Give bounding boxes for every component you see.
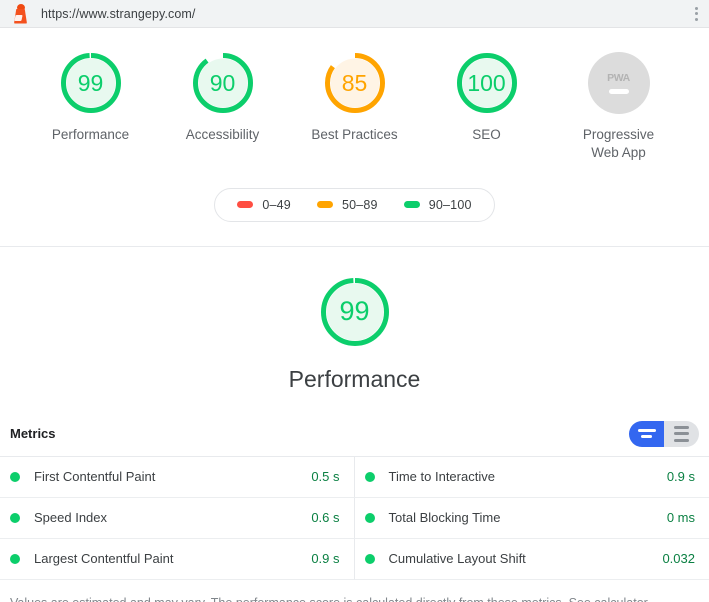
gauge-list: 99 Performance 90 Accessibility 85 Best Pract… bbox=[0, 46, 709, 162]
legend-range-label: 0–49 bbox=[262, 197, 291, 212]
pwa-gauge: PWA bbox=[587, 52, 650, 114]
metrics-disclaimer: Values are estimated and may vary. The p… bbox=[0, 580, 709, 602]
gauge-item-seo[interactable]: 100 SEO bbox=[439, 52, 535, 144]
gauge-label: SEO bbox=[472, 127, 501, 142]
score-value: 90 bbox=[209, 69, 236, 96]
metrics-title: Metrics bbox=[10, 426, 56, 442]
pwa-badge-text: PWA bbox=[607, 72, 630, 84]
category-scores-section: 99 Performance 90 Accessibility 85 Best Pract… bbox=[0, 28, 709, 247]
see-calculator-link[interactable]: See calculator. bbox=[569, 596, 651, 602]
metric-name: Time to Interactive bbox=[388, 469, 495, 485]
metric-value: 0 ms bbox=[666, 510, 695, 526]
kebab-menu-icon[interactable] bbox=[693, 5, 700, 23]
simple-view-toggle[interactable] bbox=[629, 420, 664, 447]
performance-title: Performance bbox=[288, 365, 421, 392]
score-gauge: 85 bbox=[324, 52, 386, 114]
legend-swatch-icon bbox=[403, 201, 420, 209]
disclaimer-text-2: directly from these metrics. bbox=[412, 596, 568, 602]
metric-status-icon bbox=[10, 471, 20, 482]
score-gauge: 99 bbox=[60, 52, 122, 114]
metrics-view-toggle[interactable] bbox=[629, 420, 699, 447]
legend-item: 50–89 bbox=[316, 197, 378, 212]
gauge-label: Performance bbox=[51, 127, 130, 142]
metric-row[interactable]: Largest Contentful Paint 0.9 s bbox=[0, 538, 355, 580]
score-gauge: 90 bbox=[192, 52, 254, 114]
metrics-column-right: Time to Interactive 0.9 s Total Blocking T… bbox=[354, 457, 709, 580]
metrics-column-left: First Contentful Paint 0.5 s Speed Index 0.… bbox=[0, 456, 355, 580]
score-value: 85 bbox=[341, 69, 368, 96]
legend-range-label: 90–100 bbox=[428, 197, 472, 212]
pwa-null-dash bbox=[608, 89, 629, 94]
metric-status-icon bbox=[364, 512, 375, 523]
legend-item: 0–49 bbox=[237, 198, 291, 212]
score-gauge: 100 bbox=[456, 52, 518, 114]
detailed-view-toggle[interactable] bbox=[664, 420, 699, 447]
metric-value: 0.032 bbox=[662, 551, 695, 567]
disclaimer-text-1: Values are estimated and may vary. The bbox=[10, 596, 236, 602]
score-legend: 0–49 50–89 90–100 bbox=[214, 187, 495, 222]
legend-item: 90–100 bbox=[403, 197, 472, 212]
metric-name: Speed Index bbox=[34, 510, 108, 526]
metrics-grid: First Contentful Paint 0.5 s Speed Index 0.… bbox=[0, 455, 709, 580]
metric-status-icon bbox=[10, 553, 20, 564]
metric-row[interactable]: Cumulative Layout Shift 0.032 bbox=[354, 539, 709, 580]
performance-gauge: 99 bbox=[318, 275, 392, 349]
metric-row[interactable]: Total Blocking Time 0 ms bbox=[354, 498, 709, 539]
metric-row[interactable]: Speed Index 0.6 s bbox=[0, 497, 355, 539]
metric-name: Cumulative Layout Shift bbox=[388, 551, 526, 567]
performance-score-value: 99 bbox=[339, 296, 370, 327]
metric-row[interactable]: Time to Interactive 0.9 s bbox=[354, 457, 709, 498]
gauge-item-accessibility[interactable]: 90 Accessibility bbox=[175, 52, 271, 144]
score-legend-wrapper: 0–49 50–89 90–100 bbox=[0, 162, 709, 246]
metric-name: Largest Contentful Paint bbox=[34, 551, 174, 567]
score-value: 99 bbox=[77, 69, 104, 96]
legend-range-label: 50–89 bbox=[341, 197, 378, 212]
score-value: 100 bbox=[467, 69, 506, 96]
metric-value: 0.9 s bbox=[666, 469, 695, 485]
metric-status-icon bbox=[364, 553, 375, 564]
performance-summary: 99 Performance bbox=[0, 247, 709, 413]
metric-row[interactable]: First Contentful Paint 0.5 s bbox=[0, 456, 355, 498]
gauge-item-best-practices[interactable]: 85 Best Practices bbox=[307, 52, 403, 144]
address-bar: https://www.strangepy.com/ bbox=[0, 0, 709, 28]
metric-status-icon bbox=[10, 512, 20, 523]
performance-score-link[interactable]: performance score is calculated bbox=[236, 596, 412, 602]
metric-name: Total Blocking Time bbox=[388, 510, 501, 526]
gauge-item-progressive-web-app[interactable]: PWA Progressive Web App bbox=[571, 52, 667, 162]
metric-name: First Contentful Paint bbox=[34, 469, 156, 485]
metrics-header: Metrics bbox=[0, 413, 709, 456]
gauge-item-performance[interactable]: 99 Performance bbox=[43, 52, 139, 144]
legend-swatch-icon bbox=[237, 201, 254, 209]
url-text[interactable]: https://www.strangepy.com/ bbox=[41, 7, 196, 21]
gauge-label: Progressive Web App bbox=[582, 127, 655, 160]
metric-value: 0.6 s bbox=[311, 510, 340, 526]
metric-status-icon bbox=[364, 471, 375, 482]
metric-value: 0.5 s bbox=[311, 469, 340, 485]
legend-swatch-icon bbox=[316, 201, 333, 209]
gauge-label: Accessibility bbox=[185, 127, 260, 142]
metric-value: 0.9 s bbox=[311, 551, 340, 567]
gauge-label: Best Practices bbox=[311, 127, 398, 142]
lighthouse-icon bbox=[12, 3, 29, 24]
